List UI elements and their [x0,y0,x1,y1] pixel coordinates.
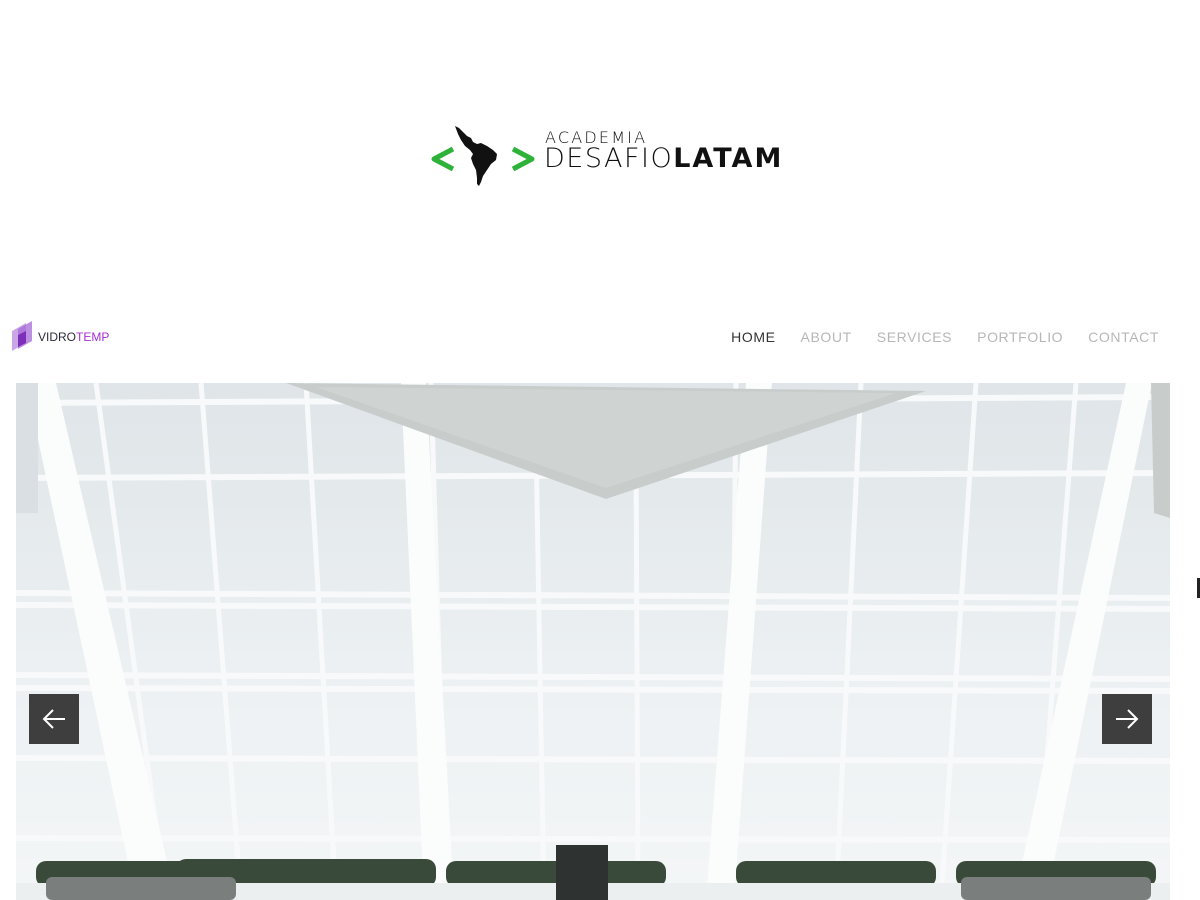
glass-roof-atrium-photo [16,383,1170,900]
latin-america-map-icon [455,126,497,186]
site-header: VIDROTEMP HOME ABOUT SERVICES PORTFOLIO … [0,305,1200,377]
nav-services[interactable]: SERVICES [877,329,952,345]
right-angle-bracket-icon [511,146,535,172]
main-nav: HOME ABOUT SERVICES PORTFOLIO CONTACT [731,329,1159,345]
nav-home[interactable]: HOME [731,329,775,345]
glass-panel-logo-icon [12,321,32,351]
nav-about[interactable]: ABOUT [801,329,852,345]
nav-contact[interactable]: CONTACT [1088,329,1159,345]
vidrotemp-logo[interactable]: VIDROTEMP [10,321,120,355]
brand-line-desafio-latam: DESAFIOLATAM [544,144,783,174]
academia-desafio-latam-logo: ACADEMIA DESAFIOLATAM [425,122,835,188]
arrow-left-icon [42,709,65,729]
wordmark-part-1: VIDRO [38,330,77,344]
hero-carousel [16,383,1170,900]
nav-portfolio[interactable]: PORTFOLIO [977,329,1063,345]
brand-word-desafio: DESAFIO [544,143,674,174]
wordmark-part-2: TEMP [76,330,110,344]
arrow-right-icon [1116,709,1139,729]
carousel-prev-button[interactable] [29,694,79,744]
vidrotemp-wordmark: VIDROTEMP [38,330,109,344]
brand-word-latam: LATAM [673,143,784,174]
carousel-next-button[interactable] [1102,694,1152,744]
